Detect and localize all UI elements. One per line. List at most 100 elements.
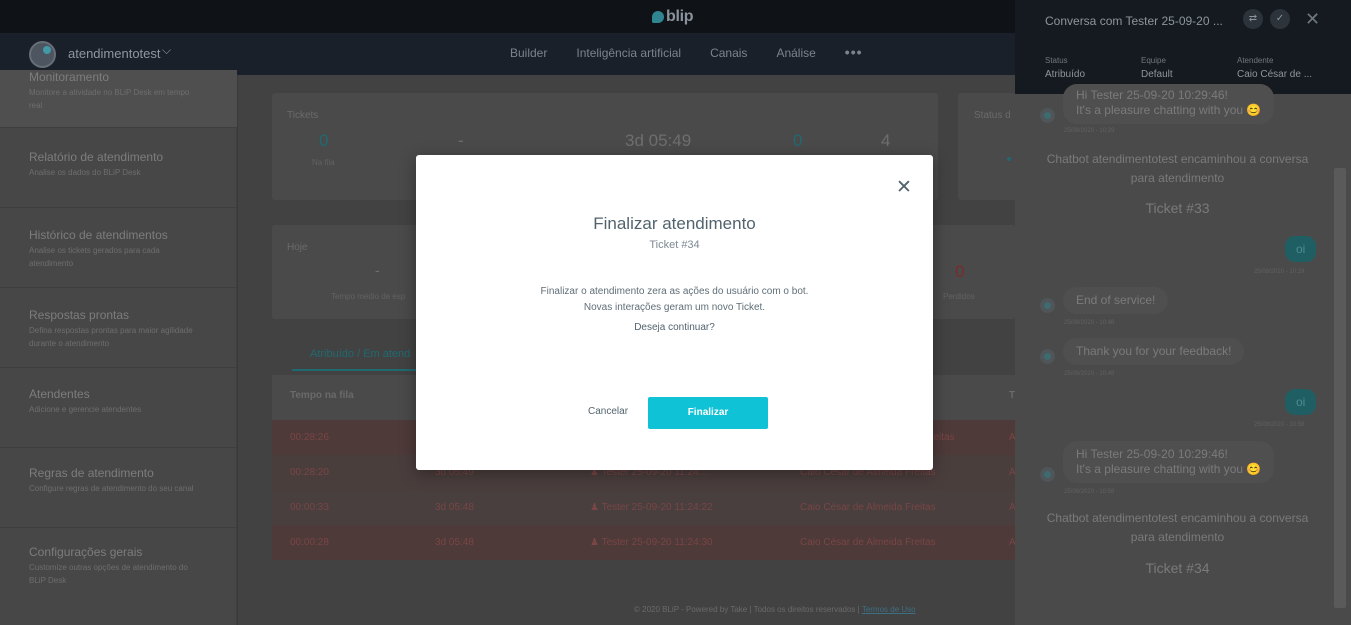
dialog-title: Finalizar atendimento bbox=[593, 214, 756, 233]
ticket-separator: Ticket #33 bbox=[1145, 200, 1210, 216]
table-row[interactable]: 00:00:33 3d 05:48 ♟ Tester 25-09-20 11:2… bbox=[272, 490, 1016, 525]
sidebar-item-title: Monitoramento bbox=[29, 70, 110, 84]
sidebar: Monitoramento Monitore a atividade no BL… bbox=[0, 70, 237, 625]
sidebar-item-desc: Customize outras opções de atendimento d… bbox=[29, 563, 188, 585]
sidebar-item-title: Histórico de atendimentos bbox=[29, 228, 168, 242]
sidebar-item-title: Respostas prontas bbox=[29, 308, 130, 322]
message-line: It's a pleasure chatting with you 😊 bbox=[1076, 462, 1262, 476]
sidebar-item-title: Regras de atendimento bbox=[29, 466, 154, 480]
cell-customer: ♟ Tester 25-09-20 11:24:30 bbox=[590, 537, 713, 548]
sidebar-item-rules[interactable]: Regras de atendimento Configure regras d… bbox=[0, 448, 237, 528]
footer: © 2020 BLiP - Powered by Take | Todos os… bbox=[634, 605, 916, 614]
tab-indicator bbox=[292, 369, 417, 371]
chat-scrollbar[interactable] bbox=[1334, 168, 1346, 608]
sidebar-item-desc: Monitore a atividade no BLiP Desk em tem… bbox=[29, 88, 190, 110]
table-row[interactable]: 00:00:28 3d 05:48 ♟ Tester 25-09-20 11:2… bbox=[272, 525, 1016, 560]
sidebar-item-title: Configurações gerais bbox=[29, 545, 143, 559]
message-bubble: Hi Tester 25-09-20 10:29:46! It's a plea… bbox=[1063, 441, 1275, 483]
message-bubble: Thank you for your feedback! bbox=[1063, 338, 1245, 365]
nav-item-builder[interactable]: Builder bbox=[510, 46, 547, 60]
dialog-body-line-2: Novas interações geram um novo Ticket. bbox=[583, 302, 766, 313]
status-label: Status d bbox=[974, 110, 1011, 121]
message-bubble: Hi Tester 25-09-20 10:29:46! It's a plea… bbox=[1063, 84, 1275, 124]
sidebar-item-monitoring[interactable]: Monitoramento Monitore a atividade no BL… bbox=[0, 70, 237, 128]
chevron-down-icon[interactable]: ⌵ bbox=[162, 43, 171, 58]
sidebar-item-desc: Adicione e gerencie atendentes bbox=[29, 405, 142, 414]
sidebar-item-title: Atendentes bbox=[29, 387, 90, 401]
sidebar-item-history[interactable]: Histórico de atendimentos Analise os tic… bbox=[0, 208, 237, 288]
finalize-button[interactable]: Finalizar bbox=[648, 397, 768, 429]
message-bubble: End of service! bbox=[1063, 287, 1169, 314]
tickets-label: Tickets bbox=[287, 110, 319, 121]
queue-count: 0 bbox=[319, 131, 329, 150]
tab-assigned[interactable]: Atribuído / Em atend bbox=[310, 348, 410, 360]
team-label: Equipe bbox=[1141, 56, 1166, 65]
finalize-dialog: ✕ Finalizar atendimento Ticket #34 Final… bbox=[416, 155, 933, 470]
terms-link[interactable]: Termos de Uso bbox=[862, 605, 916, 614]
tickets-time: 3d 05:49 bbox=[625, 131, 692, 150]
cell-queue-time: 00:00:28 bbox=[290, 537, 329, 548]
bot-avatar-icon bbox=[1040, 108, 1055, 123]
sidebar-item-desc: Analise os tickets gerados para cada ate… bbox=[29, 246, 160, 268]
sidebar-item-quick-replies[interactable]: Respostas prontas Defina respostas pront… bbox=[0, 288, 237, 368]
today-label: Hoje bbox=[287, 242, 308, 253]
bot-avatar-icon bbox=[1040, 467, 1055, 482]
logo-text: blip bbox=[666, 8, 694, 25]
bot-avatar-icon bbox=[1040, 349, 1055, 364]
nav-item-ai[interactable]: Inteligência artificial bbox=[576, 46, 681, 60]
outgoing-message: oi bbox=[1285, 389, 1317, 415]
sidebar-item-agents[interactable]: Atendentes Adicione e gerencie atendente… bbox=[0, 368, 237, 448]
status-dot bbox=[1007, 157, 1011, 161]
nav-item-channels[interactable]: Canais bbox=[710, 46, 747, 60]
sidebar-item-report[interactable]: Relatório de atendimento Analise os dado… bbox=[0, 128, 237, 208]
column-header-queue-time[interactable]: Tempo na fila bbox=[290, 390, 354, 401]
queue-label: Na fila bbox=[312, 158, 335, 167]
lost-label: Perdidos bbox=[943, 292, 975, 301]
bot-name[interactable]: atendimentotest bbox=[68, 46, 161, 61]
nav-item-analysis[interactable]: Análise bbox=[776, 46, 815, 60]
dialog-body-line-1: Finalizar o atendimento zera as ações do… bbox=[540, 286, 809, 297]
outgoing-message: oi bbox=[1285, 236, 1317, 262]
footer-text: © 2020 BLiP - Powered by Take | Todos os… bbox=[634, 605, 862, 614]
sidebar-item-title: Relatório de atendimento bbox=[29, 150, 164, 164]
status-label: Status bbox=[1045, 56, 1068, 65]
cancel-button[interactable]: Cancelar bbox=[588, 406, 628, 417]
more-icon[interactable]: ••• bbox=[845, 44, 863, 60]
tickets-value-4: 4 bbox=[881, 131, 891, 150]
sidebar-item-settings[interactable]: Configurações gerais Customize outras op… bbox=[0, 528, 237, 625]
transfer-icon[interactable]: ⇄ bbox=[1243, 9, 1263, 29]
cell-time: 3d 05:48 bbox=[435, 537, 474, 548]
cell-time: 3d 05:48 bbox=[435, 502, 474, 513]
sidebar-item-desc: Configure regras de atendimento do seu c… bbox=[29, 484, 194, 493]
message-line: Hi Tester 25-09-20 10:29:46! bbox=[1076, 447, 1228, 461]
bot-avatar[interactable] bbox=[29, 41, 56, 68]
cell-queue-time: 00:28:26 bbox=[290, 432, 329, 443]
avg-wait-label: Tempo médio de esp bbox=[331, 292, 406, 301]
dialog-subtitle: Ticket #34 bbox=[649, 239, 700, 251]
close-panel-icon[interactable]: ✕ bbox=[1305, 9, 1320, 30]
system-message: Chatbot atendimentotest encaminhou a con… bbox=[1046, 152, 1309, 185]
message-time: 25/09/2020 - 10:48 bbox=[1064, 371, 1115, 377]
status-value: Atribuído bbox=[1045, 69, 1086, 80]
message-time: 25/09/2020 - 10:58 bbox=[1064, 489, 1115, 495]
blip-logo[interactable]: blip bbox=[652, 6, 694, 28]
cell-agent: Caio César de Almeida Freitas bbox=[800, 537, 936, 548]
agent-label: Atendente bbox=[1237, 56, 1274, 65]
bot-avatar-icon bbox=[1040, 298, 1055, 313]
sidebar-item-desc: Defina respostas prontas para maior agil… bbox=[29, 326, 193, 348]
message-time: 25/09/2020 - 10:29 bbox=[1064, 128, 1115, 134]
team-value: Default bbox=[1141, 69, 1173, 80]
sidebar-item-desc: Analise os dados do BLiP Desk bbox=[29, 168, 141, 177]
tickets-dash: - bbox=[458, 131, 464, 150]
blip-logo-icon bbox=[652, 11, 664, 23]
cell-queue-time: 00:00:33 bbox=[290, 502, 329, 513]
dialog-question: Deseja continuar? bbox=[634, 322, 715, 333]
cell-queue-time: 00:28:20 bbox=[290, 467, 329, 478]
close-icon[interactable]: ✕ bbox=[896, 176, 912, 199]
agent-value: Caio César de ... bbox=[1237, 69, 1313, 80]
check-icon[interactable]: ✓ bbox=[1270, 9, 1290, 29]
conversation-title: Conversa com Tester 25-09-20 ... bbox=[1045, 14, 1223, 28]
nav-menu: Builder Inteligência artificial Canais A… bbox=[510, 44, 863, 60]
message-line: Hi Tester 25-09-20 10:29:46! bbox=[1076, 88, 1228, 102]
message-time: 25/09/2020 - 10:58 bbox=[1254, 422, 1305, 428]
